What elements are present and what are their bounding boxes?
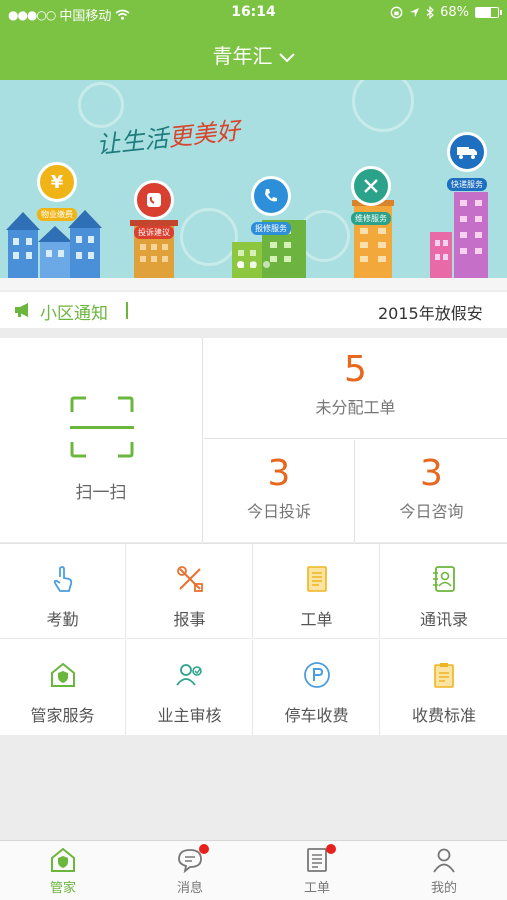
promo-banner[interactable]: 让生活更美好 ¥ 物业缴费 投诉建议 报修服务 维修服务 快递服务 [0, 80, 507, 290]
pager-dot[interactable] [263, 261, 270, 268]
scan-label: 扫一扫 [75, 483, 127, 503]
notice-label: 小区通知 [40, 304, 108, 324]
grid-item-label: 停车收费 [284, 706, 349, 725]
grid-item-label: 收费标准 [411, 706, 476, 725]
tab-label: 消息 [176, 881, 203, 896]
grid-item-label: 通讯录 [419, 610, 468, 629]
banner-service-repair[interactable]: 报修服务 [248, 176, 294, 235]
scan-icon [70, 396, 134, 458]
status-right: 68% [390, 5, 502, 20]
grid-item-fee-standard[interactable]: 收费标准 [381, 640, 507, 735]
tab-messages[interactable]: 消息 [127, 841, 253, 900]
tools-icon [351, 166, 391, 206]
status-bar: ●●●○○ 中国移动 16:14 68% [0, 0, 507, 28]
tab-label: 管家 [49, 881, 76, 896]
banner-ground [0, 278, 507, 290]
parking-icon [302, 660, 332, 690]
watermark-circle [78, 82, 124, 128]
notification-badge [199, 844, 209, 854]
scan-button[interactable]: 扫一扫 [0, 338, 203, 542]
community-selector[interactable]: 青年汇 [0, 40, 507, 69]
grid-item-label: 管家服务 [30, 706, 95, 725]
grid-item-butler-service[interactable]: 管家服务 [0, 640, 126, 735]
tap-hand-icon [48, 564, 78, 594]
slogan-part-2: 更美好 [166, 116, 242, 152]
grid-item-label: 业主审核 [157, 706, 222, 725]
tab-work-orders[interactable]: 工单 [254, 841, 380, 900]
contacts-icon [429, 564, 459, 594]
chevron-down-icon [278, 53, 295, 63]
grid-item-label: 考勤 [46, 610, 79, 629]
complaint-icon [134, 180, 174, 220]
chat-icon [177, 844, 209, 874]
service-tag: 报修服务 [251, 222, 291, 235]
watermark-circle [352, 80, 414, 132]
service-tag: 快递服务 [447, 178, 487, 191]
grid-item-contacts[interactable]: 通讯录 [381, 544, 507, 639]
document-icon [304, 844, 336, 873]
phone-icon [251, 176, 291, 216]
grid-item-label: 工单 [300, 610, 333, 629]
service-tag: 投诉建议 [134, 226, 174, 239]
yen-icon: ¥ [37, 162, 77, 202]
clipboard-icon [429, 660, 459, 690]
tab-label: 我的 [430, 881, 457, 896]
slogan-part-1: 让生活 [95, 124, 170, 160]
banner-service-complaint[interactable]: 投诉建议 [131, 180, 177, 239]
rotation-lock-icon [390, 6, 403, 19]
house-shield-icon [48, 660, 78, 690]
tab-profile[interactable]: 我的 [381, 841, 507, 900]
person-icon [431, 847, 457, 873]
stat-unassigned-orders[interactable]: 5 未分配工单 [204, 338, 507, 439]
pager-dot[interactable] [237, 261, 244, 268]
stat-label: 今日咨询 [399, 502, 464, 521]
grid-item-label: 报事 [173, 610, 206, 629]
service-tag: 维修服务 [351, 212, 391, 225]
bottom-tab-bar: 管家 消息 工单 我的 [0, 840, 507, 900]
megaphone-icon [15, 303, 28, 317]
stat-label: 未分配工单 [315, 398, 396, 417]
house-shield-icon [50, 847, 76, 873]
banner-pager [0, 253, 507, 272]
location-icon [410, 8, 420, 17]
grid-item-work-order[interactable]: 工单 [254, 544, 380, 639]
battery-percent: 68% [440, 5, 469, 20]
notification-badge [326, 844, 336, 854]
tab-label: 工单 [303, 881, 330, 896]
battery-icon [475, 7, 502, 18]
stat-today-consults[interactable]: 3 今日咨询 [356, 440, 507, 542]
grid-item-owner-review[interactable]: 业主审核 [127, 640, 253, 735]
banner-service-express[interactable]: 快递服务 [442, 132, 492, 191]
user-check-icon [175, 660, 205, 690]
stat-value: 3 [267, 453, 291, 494]
truck-icon [447, 132, 487, 172]
stats-panel: 扫一扫 5 未分配工单 3 今日投诉 3 今日咨询 [0, 338, 507, 542]
banner-service-fee[interactable]: ¥ 物业缴费 [34, 162, 80, 221]
stat-today-complaints[interactable]: 3 今日投诉 [204, 440, 355, 542]
battery-level [476, 8, 491, 17]
notice-divider [126, 302, 128, 319]
bluetooth-icon [426, 6, 434, 19]
page-title: 青年汇 [212, 44, 273, 68]
top-bar: ●●●○○ 中国移动 16:14 68% 青年汇 [0, 0, 507, 80]
banner-service-maintenance[interactable]: 维修服务 [348, 166, 394, 225]
stat-value: 3 [420, 453, 443, 494]
stat-value: 5 [344, 349, 367, 390]
grid-item-parking-fee[interactable]: 停车收费 [254, 640, 380, 735]
grid-item-report[interactable]: 报事 [127, 544, 253, 639]
document-icon [302, 564, 332, 594]
stat-label: 今日投诉 [246, 502, 311, 521]
notice-text[interactable]: 2015年放假安 [378, 300, 507, 324]
notice-bar[interactable]: 小区通知 2015年放假安 [0, 292, 507, 328]
function-grid: 考勤 报事 工单 通讯录 管家服务 业主审核 停车收费 收费标准 [0, 543, 507, 735]
service-tag: 物业缴费 [37, 208, 77, 221]
tab-butler[interactable]: 管家 [0, 841, 126, 900]
tools-icon [175, 564, 205, 594]
grid-item-attendance[interactable]: 考勤 [0, 544, 126, 639]
pager-dot[interactable] [250, 261, 257, 268]
